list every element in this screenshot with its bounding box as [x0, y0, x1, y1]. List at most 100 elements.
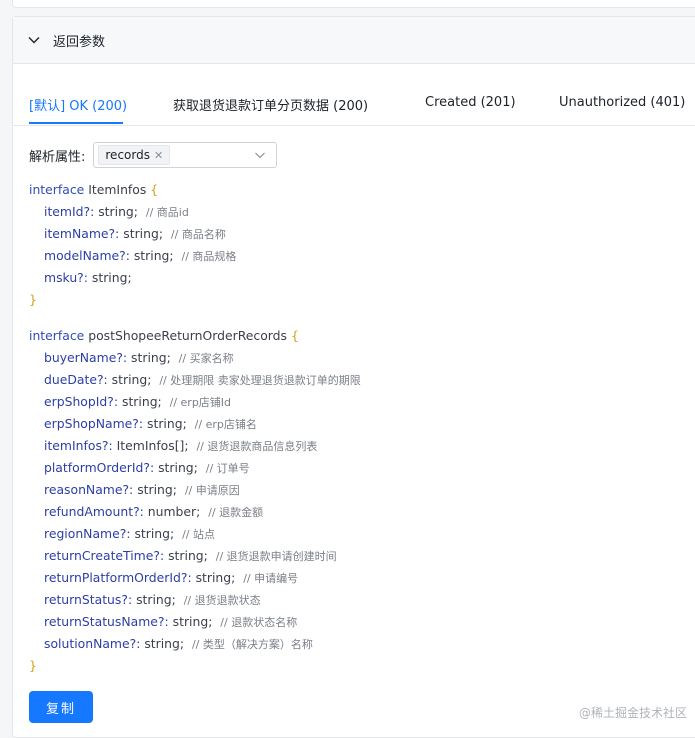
- field-type: string;: [134, 526, 175, 541]
- field-name: returnPlatformOrderId?:: [44, 570, 192, 585]
- field-type: string;: [144, 636, 185, 651]
- code-brace: {: [290, 328, 299, 343]
- field-name: itemId?:: [44, 204, 95, 219]
- field-type: string;: [111, 372, 152, 387]
- code-field-line: dueDate?: string; // 处理期限 卖家处理退货退款订单的期限: [29, 369, 361, 391]
- copy-button[interactable]: 复制: [29, 691, 93, 723]
- parse-property-row: 解析属性: records ✕: [29, 142, 278, 168]
- code-field-line: regionName?: string; // 站点: [29, 523, 361, 545]
- code-field-line: returnPlatformOrderId?: string; // 申请编号: [29, 567, 361, 589]
- code-line: }: [29, 655, 361, 677]
- chevron-down-icon[interactable]: [254, 149, 266, 161]
- active-tab-indicator: [29, 122, 123, 124]
- field-type: string;: [168, 548, 208, 563]
- field-comment: // 退款金额: [208, 506, 264, 519]
- field-name: erpShopId?:: [44, 394, 119, 409]
- type-definition-code: interface ItemInfos { itemId?: string; /…: [29, 179, 361, 677]
- response-tabs: [默认] OK (200) 获取退货退款订单分页数据 (200) Created…: [13, 79, 695, 126]
- tab-unauthorized-401[interactable]: Unauthorized (401): [559, 95, 685, 110]
- field-name: buyerName?:: [44, 350, 128, 365]
- tab-ok-200[interactable]: [默认] OK (200): [29, 95, 127, 114]
- field-comment: // 退货退款申请创建时间: [215, 550, 337, 563]
- chevron-down-icon[interactable]: [27, 33, 41, 47]
- code-field-line: itemId?: string; // 商品id: [29, 201, 361, 223]
- previous-card: [12, 0, 695, 8]
- code-field-line: solutionName?: string; // 类型（解决方案）名称: [29, 633, 361, 655]
- code-keyword: interface: [29, 328, 85, 343]
- interface-name: ItemInfos: [88, 182, 147, 197]
- field-comment: // 商品名称: [170, 228, 226, 241]
- field-comment: // 类型（解决方案）名称: [191, 638, 313, 651]
- field-type: string;: [172, 614, 213, 629]
- field-comment: // 退款状态名称: [220, 616, 298, 629]
- field-type: string;: [91, 270, 132, 285]
- field-comment: // erp店铺名: [194, 418, 257, 431]
- parse-property-select[interactable]: records ✕: [93, 142, 278, 168]
- field-name: reasonName?:: [44, 482, 134, 497]
- field-type: string;: [131, 350, 171, 365]
- field-name: refundAmount?:: [44, 504, 144, 519]
- field-name: itemInfos?:: [44, 438, 113, 453]
- selected-tag-label: records: [105, 148, 150, 162]
- field-comment: // 退货退款状态: [183, 594, 261, 607]
- code-field-line: returnStatus?: string; // 退货退款状态: [29, 589, 361, 611]
- tab-paged-data-200[interactable]: 获取退货退款订单分页数据 (200): [173, 95, 368, 114]
- field-comment: // 买家名称: [178, 352, 234, 365]
- code-line: interface ItemInfos {: [29, 179, 361, 201]
- field-comment: // 申请原因: [184, 484, 240, 497]
- code-field-line: buyerName?: string; // 买家名称: [29, 347, 361, 369]
- selected-tag: records ✕: [98, 145, 171, 165]
- code-field-line: itemInfos?: ItemInfos[]; // 退货退款商品信息列表: [29, 435, 361, 457]
- response-params-panel: 返回参数 [默认] OK (200) 获取退货退款订单分页数据 (200) Cr…: [12, 16, 695, 738]
- field-name: returnStatus?:: [44, 592, 133, 607]
- field-comment: // 申请编号: [243, 572, 299, 585]
- code-keyword: interface: [29, 182, 85, 197]
- field-type: string;: [158, 460, 198, 475]
- field-name: itemName?:: [44, 226, 120, 241]
- field-type: string;: [121, 394, 162, 409]
- field-comment: // 站点: [182, 528, 216, 541]
- code-field-line: returnCreateTime?: string; // 退货退款申请创建时间: [29, 545, 361, 567]
- field-type: string;: [147, 416, 187, 431]
- field-comment: // 订单号: [205, 462, 250, 475]
- watermark: @稀土掘金技术社区: [578, 706, 687, 720]
- code-field-line: platformOrderId?: string; // 订单号: [29, 457, 361, 479]
- interface-fields: itemId?: string; // 商品id itemName?: strin…: [29, 201, 361, 289]
- field-comment: // 退货退款商品信息列表: [196, 440, 318, 453]
- field-name: dueDate?:: [44, 372, 108, 387]
- code-field-line: modelName?: string; // 商品规格: [29, 245, 361, 267]
- field-comment: // 商品规格: [181, 250, 237, 263]
- code-brace: {: [150, 182, 159, 197]
- field-type: string;: [136, 592, 176, 607]
- field-name: modelName?:: [44, 248, 130, 263]
- field-type: string;: [123, 226, 164, 241]
- code-line: interface postShopeeReturnOrderRecords {: [29, 325, 361, 347]
- code-field-line: reasonName?: string; // 申请原因: [29, 479, 361, 501]
- parse-property-label: 解析属性:: [29, 149, 86, 165]
- close-icon[interactable]: ✕: [154, 149, 163, 162]
- panel-header[interactable]: 返回参数: [13, 17, 695, 64]
- code-line: }: [29, 289, 361, 311]
- field-name: regionName?:: [44, 526, 131, 541]
- field-name: msku?:: [44, 270, 88, 285]
- field-comment: // erp店铺Id: [169, 396, 232, 409]
- field-name: platformOrderId?:: [44, 460, 155, 475]
- field-type: ItemInfos[];: [116, 438, 189, 453]
- field-type: string;: [137, 482, 177, 497]
- tab-created-201[interactable]: Created (201): [425, 95, 516, 110]
- code-brace: }: [29, 292, 37, 307]
- interface-fields: buyerName?: string; // 买家名称 dueDate?: str…: [29, 347, 361, 655]
- code-field-line: itemName?: string; // 商品名称: [29, 223, 361, 245]
- code-field-line: erpShopName?: string; // erp店铺名: [29, 413, 361, 435]
- code-field-line: erpShopId?: string; // erp店铺Id: [29, 391, 361, 413]
- code-field-line: msku?: string;: [29, 267, 361, 289]
- field-comment: // 处理期限 卖家处理退货退款订单的期限: [159, 374, 361, 387]
- field-comment: // 商品id: [145, 206, 189, 219]
- field-type: string;: [98, 204, 138, 219]
- field-type: number;: [147, 504, 201, 519]
- field-type: string;: [133, 248, 174, 263]
- code-brace: }: [29, 658, 37, 673]
- field-name: erpShopName?:: [44, 416, 144, 431]
- field-name: returnStatusName?:: [44, 614, 169, 629]
